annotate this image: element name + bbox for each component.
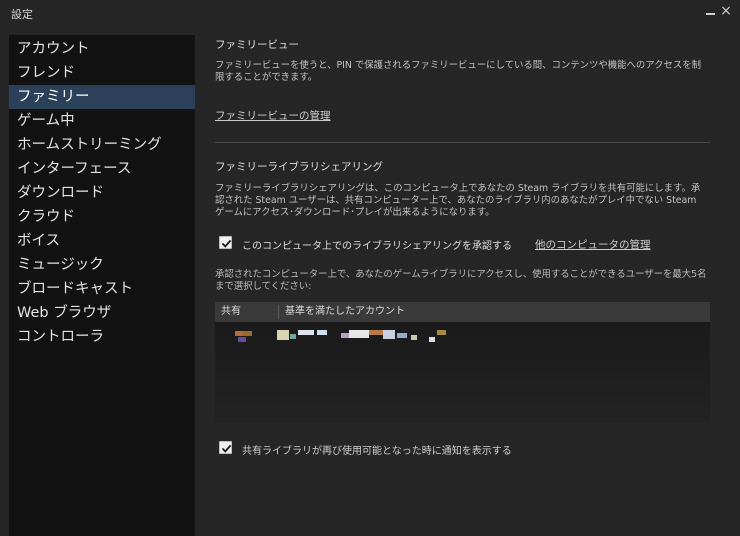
manage-other-computers-link[interactable]: 他のコンピュータの管理 <box>535 237 651 252</box>
table-header: 共有 基準を満たしたアカウント <box>215 302 710 322</box>
checkmark-icon <box>221 239 232 248</box>
sidebar-item-friends[interactable]: フレンド <box>9 61 195 85</box>
column-header-account[interactable]: 基準を満たしたアカウント <box>285 302 405 322</box>
authorize-sharing-label: このコンピュータ上でのライブラリシェアリングを承認する <box>242 241 512 252</box>
settings-sidebar: アカウント フレンド ファミリー ゲーム中 ホームストリーミング インターフェー… <box>9 35 195 536</box>
sidebar-item-interface[interactable]: インターフェース <box>9 157 195 181</box>
sidebar-item-in-game[interactable]: ゲーム中 <box>9 109 195 133</box>
sidebar-item-voice[interactable]: ボイス <box>9 229 195 253</box>
family-view-description: ファミリービューを使うと、PIN で保護されるファミリービューにしている間、コン… <box>215 60 702 83</box>
family-settings-panel: ファミリービュー ファミリービューを使うと、PIN で保護されるファミリービュー… <box>215 30 715 530</box>
minimize-button[interactable] <box>702 2 718 20</box>
family-view-heading: ファミリービュー <box>215 39 299 51</box>
redacted-checkbox[interactable] <box>235 330 255 344</box>
sidebar-item-account[interactable]: アカウント <box>9 37 195 61</box>
library-sharing-heading: ファミリーライブラリシェアリング <box>215 161 383 173</box>
checkmark-icon <box>221 444 232 453</box>
sidebar-item-broadcast[interactable]: ブロードキャスト <box>9 277 195 301</box>
authorized-users-note: 承認されたコンピューター上で、あなたのゲームライブラリにアクセスし、使用すること… <box>215 269 707 292</box>
table-row[interactable] <box>215 330 710 352</box>
settings-window: 設定 × アカウント フレンド ファミリー ゲーム中 ホームストリーミング イン… <box>0 0 740 536</box>
notify-available-label: 共有ライブラリが再び使用可能となった時に通知を表示する <box>242 446 512 457</box>
sidebar-item-cloud[interactable]: クラウド <box>9 205 195 229</box>
minimize-icon <box>705 13 715 15</box>
sidebar-item-music[interactable]: ミュージック <box>9 253 195 277</box>
notify-available-checkbox[interactable] <box>219 441 232 454</box>
library-sharing-description: ファミリーライブラリシェアリングは、このコンピュータ上であなたの Steam ラ… <box>215 183 701 218</box>
title-bar[interactable]: 設定 × <box>0 0 740 26</box>
column-header-shared[interactable]: 共有 <box>221 302 241 322</box>
manage-family-view-link[interactable]: ファミリービューの管理 <box>215 108 331 123</box>
sidebar-item-family[interactable]: ファミリー <box>9 85 195 109</box>
section-divider <box>215 142 710 143</box>
eligible-accounts-table: 共有 基準を満たしたアカウント <box>215 302 710 422</box>
window-title: 設定 <box>11 8 33 21</box>
close-button[interactable]: × <box>718 2 734 20</box>
sidebar-item-home-streaming[interactable]: ホームストリーミング <box>9 133 195 157</box>
column-divider <box>278 305 279 319</box>
sidebar-item-controller[interactable]: コントローラ <box>9 325 195 349</box>
authorize-sharing-checkbox[interactable] <box>219 236 232 249</box>
redacted-account-name <box>277 330 452 344</box>
sidebar-item-downloads[interactable]: ダウンロード <box>9 181 195 205</box>
sidebar-item-web-browser[interactable]: Web ブラウザ <box>9 301 195 325</box>
